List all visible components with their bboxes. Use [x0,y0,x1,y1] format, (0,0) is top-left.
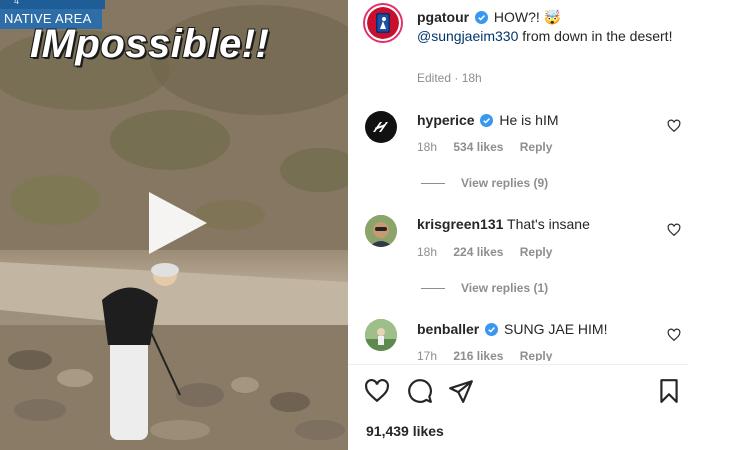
video-overlay-text: IMpossible!! [30,22,270,66]
share-icon[interactable] [448,378,474,404]
benballer-avatar[interactable] [365,319,397,351]
mention-link[interactable]: @sungjaeim330 [417,28,518,44]
hyperice-logo-icon [373,122,388,132]
comment-3-reply-button[interactable]: Reply [520,349,553,361]
comment-2-like-heart-icon[interactable] [667,223,681,237]
heart-icon[interactable] [364,378,390,404]
comment-2-likes[interactable]: 224 likes [453,245,503,259]
post-caption-rest: from down in the desert! [518,28,673,44]
verified-badge-icon [480,114,494,127]
replies-divider-line [421,288,445,290]
comment-2-text: krisgreen131 That's insane [417,215,590,234]
comment-2-reply-button[interactable]: Reply [520,245,553,259]
verified-badge-icon [475,11,488,24]
benballer-photo-icon [365,319,397,351]
comment-1-like-heart-icon[interactable] [667,119,681,133]
post-edited: Edited [417,71,452,85]
krisgreen131-photo-icon [365,215,397,247]
bookmark-icon[interactable] [656,378,682,404]
comment-1-username[interactable]: hyperice [417,112,475,128]
replies-divider-line [421,183,445,185]
krisgreen131-avatar[interactable] [365,215,397,247]
comment-1-view-replies-label: View replies (9) [461,176,549,190]
pga-tour-logo-icon [367,7,399,39]
play-icon[interactable] [145,190,211,256]
comment-3-time: 17h [417,349,438,361]
comment-1-meta: 18h 534 likes Reply [417,140,565,154]
comment-2-view-replies[interactable]: View replies (1) [421,281,548,295]
comment-2-meta: 18h 224 likes Reply [417,245,565,259]
post-username[interactable]: pgatour [417,9,469,25]
comment-1-likes[interactable]: 534 likes [453,140,503,154]
comment-1-view-replies[interactable]: View replies (9) [421,176,548,190]
comment-3-body: SUNG JAE HIM! [504,321,608,337]
comment-3-text: benballer SUNG JAE HIM! [417,320,608,339]
post-likes-count[interactable]: 91,439 likes [366,423,444,439]
native-area-tag-top: 4 [0,0,105,9]
pgatour-avatar[interactable] [365,5,401,41]
post-caption: pgatour HOW?! 🤯 @sungjaeim330 from down … [417,8,727,46]
post-time: 18h [461,71,482,85]
actions-divider [348,364,688,365]
comment-2-body: That's insane [507,216,590,232]
comment-2-view-replies-label: View replies (1) [461,281,549,295]
comment-1-reply-button[interactable]: Reply [520,140,553,154]
comment-3-meta: 17h 216 likes Reply [417,349,565,361]
comment-1-body: He is hIM [499,112,559,128]
video-player[interactable]: 4 NATIVE AREA IMpossible!! [0,0,348,450]
verified-badge-icon [485,323,499,336]
comment-2-time: 18h [417,245,438,259]
comment-icon[interactable] [407,378,433,404]
comment-3-like-heart-icon[interactable] [667,328,681,342]
comment-1-time: 18h [417,140,438,154]
comment-3-likes[interactable]: 216 likes [453,349,503,361]
native-area-number: 4 [14,0,20,6]
hyperice-avatar[interactable] [365,111,397,143]
comment-1-text: hyperice He is hIM [417,111,559,130]
comment-3-username[interactable]: benballer [417,321,479,337]
post-caption-text: HOW?! 🤯 [493,9,562,25]
post-meta: Edited · 18h [417,71,482,85]
comment-2-username[interactable]: krisgreen131 [417,216,503,232]
